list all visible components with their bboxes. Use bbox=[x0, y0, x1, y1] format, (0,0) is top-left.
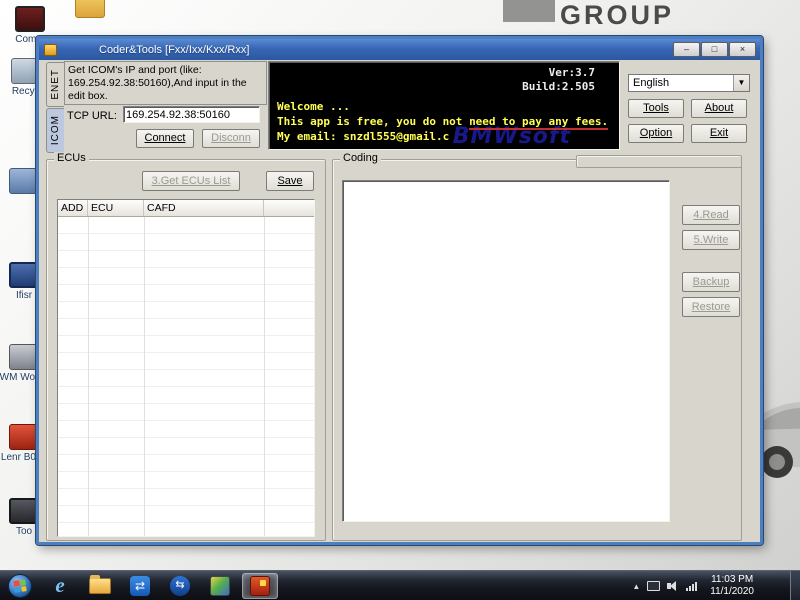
app-icon bbox=[9, 498, 39, 524]
window-titlebar[interactable]: Coder&Tools [Fxx/Ixx/Kxx/Rxx] – □ × bbox=[39, 39, 760, 60]
app-icon bbox=[9, 168, 39, 194]
column-divider bbox=[144, 217, 145, 536]
folder-icon bbox=[89, 578, 111, 594]
show-hidden-icons-button[interactable]: ▲ bbox=[632, 582, 640, 591]
tab-enet[interactable]: ENET bbox=[46, 62, 64, 107]
console-line: Welcome ... bbox=[277, 100, 350, 113]
maximize-button[interactable]: □ bbox=[701, 42, 728, 57]
column-header-cafd[interactable]: CAFD bbox=[144, 200, 264, 216]
taskbar: e ⇄ ⇆ ▲ 11:03 PM 11/1/2020 bbox=[0, 570, 800, 600]
network-icon[interactable] bbox=[686, 582, 697, 591]
volume-icon[interactable] bbox=[667, 581, 679, 591]
option-button[interactable]: Option bbox=[628, 124, 684, 143]
window-client-area: ENET ICOM Get ICOM's IP and port (like: … bbox=[39, 60, 760, 542]
ecus-group: ECUs 3.Get ECUs List Save ADD ECU CAFD bbox=[46, 159, 326, 541]
get-ecus-list-button[interactable]: 3.Get ECUs List bbox=[142, 171, 240, 191]
tcp-url-input[interactable] bbox=[123, 106, 260, 123]
connection-tabs: ENET ICOM bbox=[46, 62, 64, 154]
internet-explorer-icon: e bbox=[55, 573, 64, 598]
write-button[interactable]: 5.Write bbox=[682, 230, 740, 250]
taskbar-item-coder-tools[interactable] bbox=[242, 573, 278, 599]
tcp-url-label: TCP URL: bbox=[67, 110, 117, 122]
console-line: This app is free, you do not need to pay… bbox=[277, 115, 608, 128]
read-button[interactable]: 4.Read bbox=[682, 205, 740, 225]
start-button[interactable] bbox=[8, 574, 32, 598]
taskbar-item-teamviewer[interactable]: ⇄ bbox=[122, 573, 158, 599]
tab-icom[interactable]: ICOM bbox=[46, 108, 64, 153]
console-output: BMWsoft Ver:3.7 Build:2.505 Welcome ... … bbox=[268, 61, 620, 150]
wallpaper-logo-block bbox=[503, 0, 555, 22]
app-icon bbox=[9, 424, 39, 450]
ecus-group-label: ECUs bbox=[54, 152, 89, 164]
minimize-button[interactable]: – bbox=[673, 42, 700, 57]
taskbar-item-internet-explorer[interactable]: e bbox=[42, 573, 78, 599]
ecu-list-header: ADD ECU CAFD bbox=[58, 200, 314, 217]
save-button[interactable]: Save bbox=[266, 171, 314, 191]
teamviewer-icon: ⇄ bbox=[130, 576, 150, 596]
coding-panel[interactable] bbox=[342, 180, 670, 522]
display-tray-icon[interactable] bbox=[647, 581, 660, 591]
coder-tools-icon bbox=[250, 576, 270, 596]
backup-button[interactable]: Backup bbox=[682, 272, 740, 292]
taskbar-item-explorer[interactable] bbox=[82, 573, 118, 599]
paint-icon bbox=[210, 576, 230, 596]
taskbar-item-remote-app[interactable]: ⇆ bbox=[162, 573, 198, 599]
column-header-add[interactable]: ADD bbox=[58, 200, 88, 216]
tools-button[interactable]: Tools bbox=[628, 99, 684, 118]
clock-time: 11:03 PM bbox=[710, 574, 754, 586]
column-divider bbox=[88, 217, 89, 536]
ecu-list[interactable]: ADD ECU CAFD bbox=[57, 199, 315, 537]
disconnect-button[interactable]: Disconn bbox=[202, 129, 260, 148]
coder-tools-window: Coder&Tools [Fxx/Ixx/Kxx/Rxx] – □ × ENET… bbox=[36, 36, 763, 545]
column-header-ecu[interactable]: ECU bbox=[88, 200, 144, 216]
taskbar-item-designer[interactable] bbox=[202, 573, 238, 599]
window-icon bbox=[44, 44, 57, 56]
chevron-down-icon[interactable]: ▼ bbox=[733, 75, 749, 91]
exit-button[interactable]: Exit bbox=[691, 124, 747, 143]
column-divider bbox=[264, 217, 265, 536]
progress-frame bbox=[576, 155, 742, 168]
sync-arrows-icon: ⇆ bbox=[170, 576, 190, 596]
folder-icon bbox=[75, 0, 105, 18]
console-line: My email: snzdl555@gmail.c bbox=[277, 130, 449, 143]
desktop-icon-folder[interactable] bbox=[62, 0, 118, 20]
ecu-list-body[interactable] bbox=[58, 217, 314, 536]
coding-group-label: Coding bbox=[340, 152, 381, 164]
coding-group: Coding 4.Read 5.Write Backup Restore bbox=[332, 159, 742, 541]
version-text: Ver:3.7 bbox=[549, 66, 595, 79]
column-header-blank bbox=[264, 200, 314, 216]
tab-enet-label: ENET bbox=[50, 69, 61, 100]
windows-flag-icon bbox=[13, 579, 27, 593]
window-title: Coder&Tools [Fxx/Ixx/Kxx/Rxx] bbox=[99, 44, 249, 56]
close-button[interactable]: × bbox=[729, 42, 756, 57]
desktop: GROUP WORKSHOP Com... Recyd Ifisr WM Wor… bbox=[0, 0, 800, 600]
tab-icom-label: ICOM bbox=[50, 115, 61, 145]
computer-icon bbox=[15, 6, 45, 32]
build-text: Build:2.505 bbox=[522, 80, 595, 93]
connect-button[interactable]: Connect bbox=[136, 129, 194, 148]
system-tray: ▲ 11:03 PM 11/1/2020 bbox=[632, 571, 760, 600]
show-desktop-button[interactable] bbox=[790, 571, 800, 600]
clock-date: 11/1/2020 bbox=[710, 586, 754, 598]
app-icon bbox=[9, 344, 39, 370]
language-select[interactable]: English ▼ bbox=[628, 74, 750, 92]
pc-icon bbox=[9, 262, 39, 288]
language-value: English bbox=[629, 77, 733, 89]
restore-button[interactable]: Restore bbox=[682, 297, 740, 317]
about-button[interactable]: About bbox=[691, 99, 747, 118]
taskbar-clock[interactable]: 11:03 PM 11/1/2020 bbox=[704, 574, 760, 598]
instruction-text: Get ICOM's IP and port (like: 169.254.92… bbox=[64, 61, 267, 105]
